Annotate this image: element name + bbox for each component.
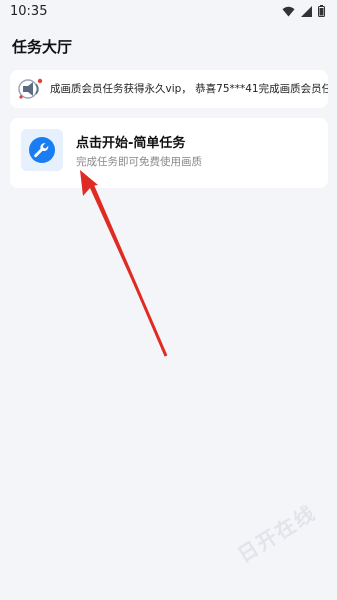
signal-icon: [301, 5, 312, 17]
notice-text: 成画质会员任务获得永久vip， 恭喜75***41完成画质会员任: [50, 83, 328, 95]
task-icon-container: [21, 129, 63, 171]
status-icons: [282, 5, 325, 17]
page-title: 任务大厅: [12, 38, 73, 56]
wifi-icon: [282, 6, 295, 16]
task-title: 点击开始-简单任务: [76, 136, 186, 151]
task-description: 完成任务即可免费使用画质: [76, 156, 202, 168]
watermark: 日开在线: [233, 500, 321, 568]
megaphone-icon: [18, 78, 43, 99]
task-card[interactable]: 点击开始-简单任务 完成任务即可免费使用画质: [10, 118, 328, 188]
battery-icon: [318, 5, 325, 17]
status-time: 10:35: [10, 4, 48, 19]
notice-banner: 成画质会员任务获得永久vip， 恭喜75***41完成画质会员任: [10, 70, 328, 108]
wrench-icon: [29, 137, 55, 163]
status-bar: 10:35: [0, 0, 337, 24]
